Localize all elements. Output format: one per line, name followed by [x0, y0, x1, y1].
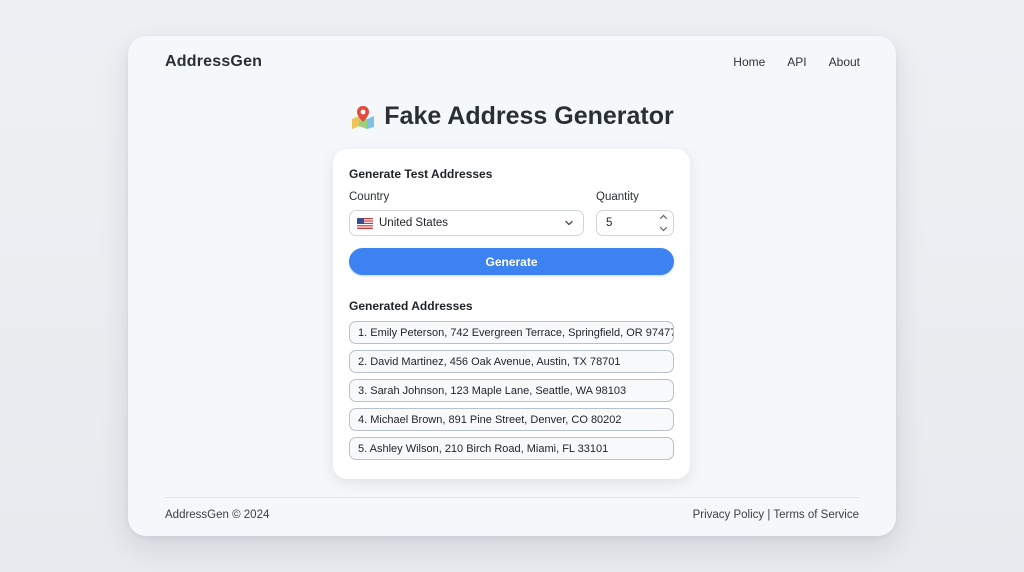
brand-logo[interactable]: AddressGen	[165, 53, 262, 71]
app-window: AddressGen Home API About Fake Address G…	[128, 36, 896, 536]
form-title: Generate Test Addresses	[349, 167, 493, 181]
footer-copyright: AddressGen © 2024	[165, 509, 270, 521]
nav-home[interactable]: Home	[733, 55, 765, 69]
results-title: Generated Addresses	[349, 299, 473, 313]
country-value: United States	[379, 217, 449, 229]
generator-card: Generate Test Addresses Country Quantity	[333, 149, 690, 479]
address-item-2[interactable]: 2. David Martinez, 456 Oak Avenue, Austi…	[349, 350, 674, 373]
footer-links: Privacy Policy | Terms of Service	[693, 509, 859, 521]
nav-about[interactable]: About	[829, 55, 860, 69]
map-pin-icon	[350, 104, 376, 130]
footer-divider	[165, 497, 859, 498]
stepper-down-icon[interactable]	[657, 224, 670, 234]
us-flag-icon	[357, 217, 373, 229]
address-item-5[interactable]: 5. Ashley Wilson, 210 Birch Road, Miami,…	[349, 437, 674, 460]
chevron-down-icon	[564, 218, 574, 228]
country-label: Country	[349, 191, 390, 203]
nav-api[interactable]: API	[787, 55, 806, 69]
privacy-policy-link[interactable]: Privacy Policy	[693, 509, 765, 521]
page-title-row: Fake Address Generator	[128, 102, 896, 131]
top-nav: Home API About	[733, 55, 860, 69]
terms-of-service-link[interactable]: Terms of Service	[773, 509, 859, 521]
footer-separator: |	[767, 509, 771, 521]
address-item-3[interactable]: 3. Sarah Johnson, 123 Maple Lane, Seattl…	[349, 379, 674, 402]
stepper-up-icon[interactable]	[657, 212, 670, 222]
quantity-stepper[interactable]	[657, 212, 670, 234]
screen: AddressGen Home API About Fake Address G…	[0, 0, 1024, 572]
generate-button[interactable]: Generate	[349, 248, 674, 275]
address-item-1[interactable]: 1. Emily Peterson, 742 Evergreen Terrace…	[349, 321, 674, 344]
quantity-label: Quantity	[596, 191, 639, 203]
address-item-4[interactable]: 4. Michael Brown, 891 Pine Street, Denve…	[349, 408, 674, 431]
page-title: Fake Address Generator	[384, 102, 674, 130]
country-select[interactable]: United States	[349, 210, 584, 236]
